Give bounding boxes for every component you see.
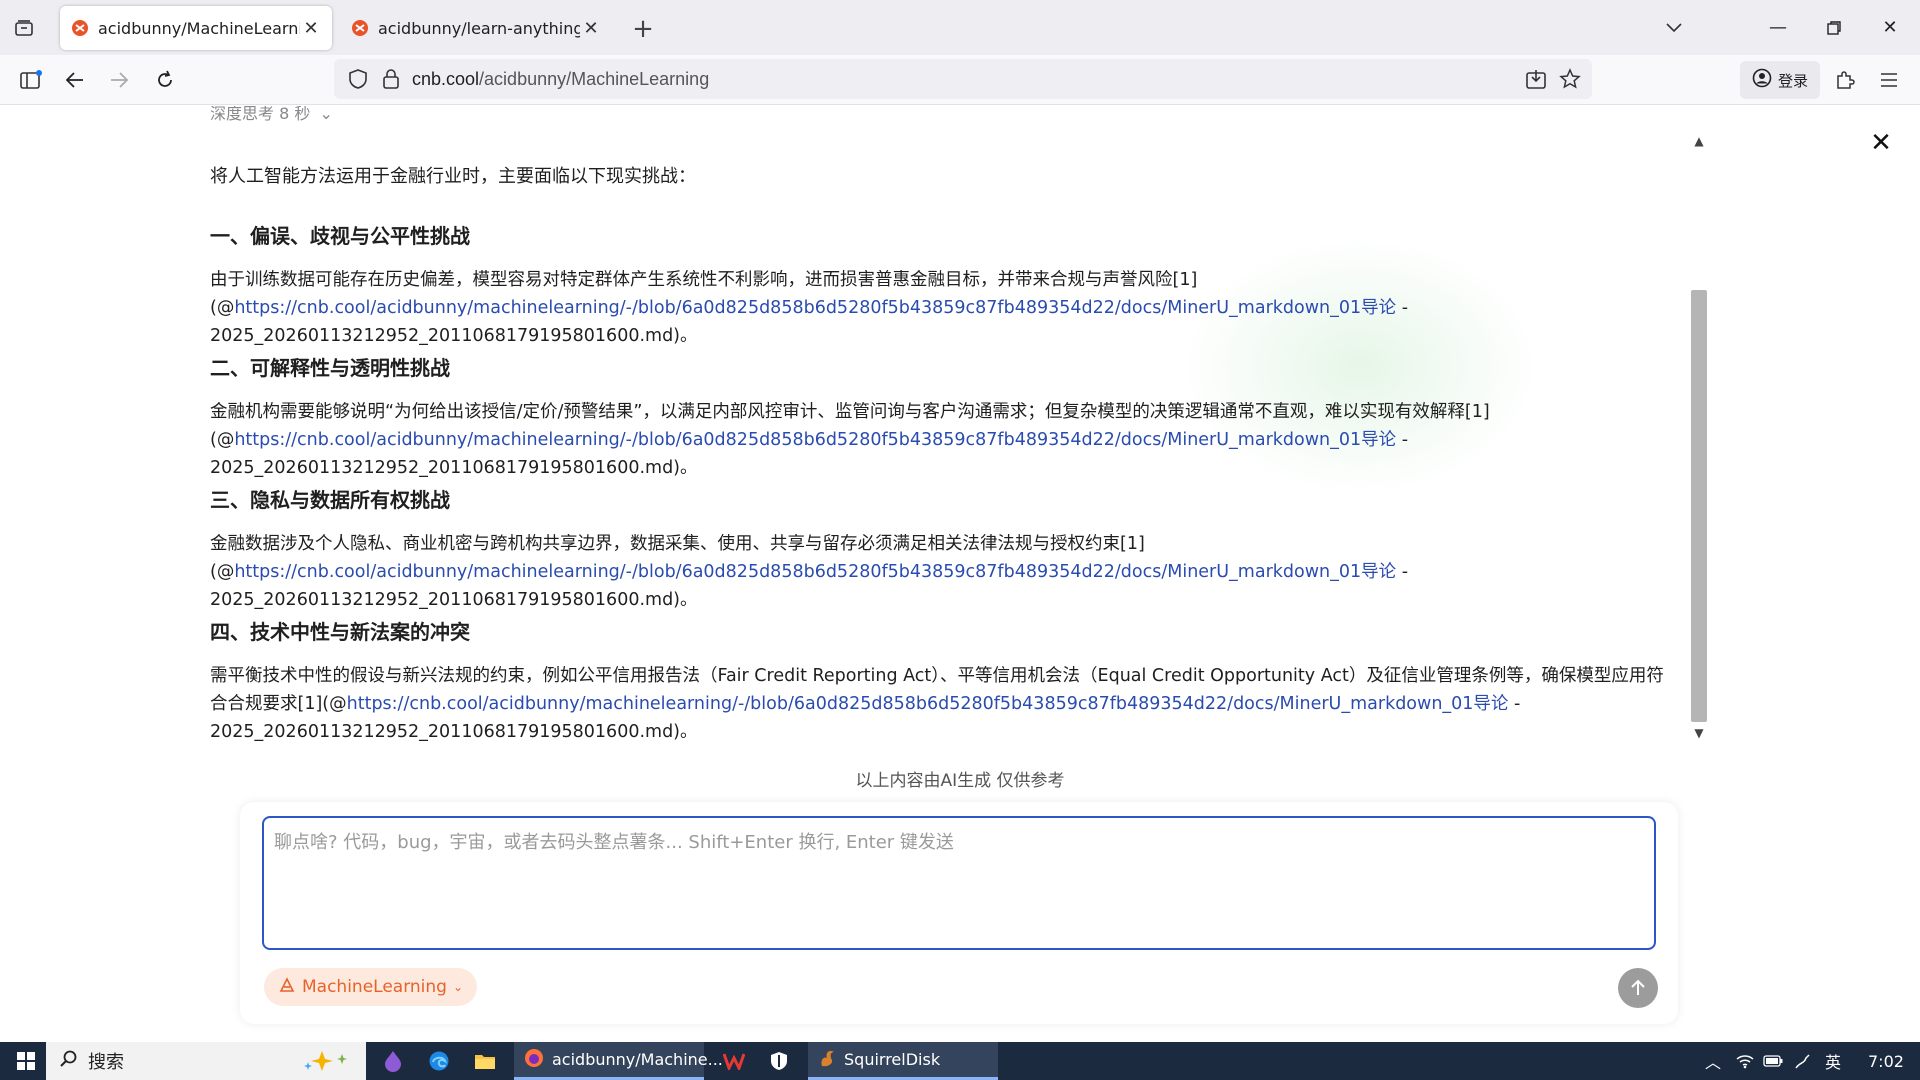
wifi-icon[interactable] xyxy=(1732,1042,1758,1080)
close-panel-icon[interactable]: ✕ xyxy=(1866,128,1896,158)
extensions-puzzle-icon[interactable] xyxy=(1828,63,1862,97)
forward-button[interactable] xyxy=(102,63,136,97)
section-paragraph-1: 由于训练数据可能存在历史偏差，模型容易对特定群体产生系统性不利影响，进而损害普惠… xyxy=(210,266,1675,350)
account-icon xyxy=(1752,68,1772,92)
url-host: cnb.cool xyxy=(412,69,480,89)
windows-start-icon[interactable] xyxy=(8,1042,44,1080)
section-heading-3: 三、隐私与数据所有权挑战 xyxy=(210,488,450,512)
list-all-tabs-icon[interactable] xyxy=(10,14,38,42)
close-tab-icon[interactable]: ✕ xyxy=(580,17,602,39)
taskbar-app-firefox[interactable]: acidbunny/Machine... xyxy=(514,1042,723,1080)
tab-title: acidbunny/MachineLearning xyxy=(98,18,300,38)
tab-overflow-chevron-icon[interactable] xyxy=(1646,0,1702,55)
tab-learn-anything[interactable]: acidbunny/learn-anything · C ✕ xyxy=(340,6,612,50)
show-hidden-icons-chevron-icon[interactable]: ︿ xyxy=(1700,1042,1726,1080)
scroll-up-arrow-icon[interactable]: ▲ xyxy=(1690,132,1708,150)
section-paragraph-4: 需平衡技术中性的假设与新兴法规的约束，例如公平信用报告法（Fair Credit… xyxy=(210,662,1675,746)
battery-icon[interactable] xyxy=(1760,1042,1786,1080)
sidebar-toggle-icon[interactable] xyxy=(14,63,48,97)
tracking-protection-shield-icon[interactable] xyxy=(348,69,368,93)
app-icon[interactable] xyxy=(378,1042,408,1080)
thinking-toggle[interactable]: 深度思考 8 秒 ⌄ xyxy=(210,106,333,124)
lock-icon[interactable] xyxy=(382,69,400,93)
section-heading-4: 四、技术中性与新法案的冲突 xyxy=(210,620,470,644)
close-window-button[interactable]: ✕ xyxy=(1862,0,1918,55)
source-link[interactable]: https://cnb.cool/acidbunny/machinelearni… xyxy=(347,694,1509,714)
chevron-down-icon: ⌄ xyxy=(452,980,464,994)
pen-input-icon[interactable] xyxy=(1790,1042,1816,1080)
section-paragraph-3: 金融数据涉及个人隐私、商业机密与跨机构共享边界，数据采集、使用、共享与留存必须满… xyxy=(210,530,1675,614)
tab-machinelearning[interactable]: acidbunny/MachineLearning ✕ xyxy=(60,6,332,50)
chevron-down-icon: ⌄ xyxy=(319,106,333,123)
thinking-label: 深度思考 8 秒 xyxy=(210,106,311,123)
reload-button[interactable] xyxy=(148,63,182,97)
scroll-down-arrow-icon[interactable]: ▼ xyxy=(1690,724,1708,742)
restore-button[interactable] xyxy=(1806,0,1862,55)
url-text: cnb.cool/acidbunny/MachineLearning xyxy=(412,69,709,90)
ime-language-indicator[interactable]: 英 xyxy=(1820,1042,1846,1080)
source-link[interactable]: https://cnb.cool/acidbunny/machinelearni… xyxy=(234,298,1396,318)
cnb-favicon-icon xyxy=(70,18,90,38)
edge-browser-icon[interactable] xyxy=(424,1042,454,1080)
squirrel-icon xyxy=(818,1048,836,1072)
cnb-favicon-icon xyxy=(350,18,370,38)
close-tab-icon[interactable]: ✕ xyxy=(300,17,322,39)
chat-composer: MachineLearning ⌄ xyxy=(240,802,1678,1024)
taskbar-app-squirreldisk[interactable]: SquirrelDisk xyxy=(808,1042,998,1080)
taskbar-app-label: SquirrelDisk xyxy=(844,1050,941,1069)
windows-taskbar: 搜索 acidbunny/Machine... SquirrelDisk ︿ 英… xyxy=(0,1042,1920,1080)
ai-disclaimer: 以上内容由AI生成 仅供参考 xyxy=(855,771,1065,791)
search-label: 搜索 xyxy=(88,1052,124,1073)
tab-title: acidbunny/learn-anything · C xyxy=(378,18,580,38)
repo-label: MachineLearning xyxy=(302,977,447,997)
account-login-button[interactable]: 登录 xyxy=(1740,61,1820,99)
back-button[interactable] xyxy=(58,63,92,97)
browser-nav-bar: cnb.cool/acidbunny/MachineLearning 登录 xyxy=(0,55,1920,105)
security-shield-icon[interactable] xyxy=(764,1042,794,1080)
scrollbar-thumb[interactable] xyxy=(1691,290,1707,722)
answer-intro: 将人工智能方法运用于金融行业时，主要面临以下现实挑战： xyxy=(210,166,696,187)
taskbar-clock[interactable]: 7:02 xyxy=(1868,1042,1904,1080)
source-link[interactable]: https://cnb.cool/acidbunny/machinelearni… xyxy=(234,430,1396,450)
repo-selector[interactable]: MachineLearning ⌄ xyxy=(264,968,478,1006)
login-label: 登录 xyxy=(1777,71,1808,90)
app-menu-icon[interactable] xyxy=(1872,63,1906,97)
file-explorer-icon[interactable] xyxy=(470,1042,500,1080)
chat-answer-panel: 深度思考 8 秒 ⌄ 将人工智能方法运用于金融行业时，主要面临以下现实挑战： 一… xyxy=(0,106,1920,1042)
address-bar[interactable]: cnb.cool/acidbunny/MachineLearning xyxy=(334,59,1592,99)
bookmark-star-icon[interactable] xyxy=(1558,67,1582,91)
copilot-sparkle-icon xyxy=(302,1050,352,1077)
chat-input[interactable] xyxy=(262,816,1656,950)
taskbar-search-box[interactable]: 搜索 xyxy=(46,1042,366,1080)
search-icon xyxy=(60,1050,78,1073)
send-button[interactable] xyxy=(1618,968,1658,1008)
taskbar-app-label: acidbunny/Machine... xyxy=(552,1050,723,1069)
source-link[interactable]: https://cnb.cool/acidbunny/machinelearni… xyxy=(234,562,1396,582)
firefox-icon xyxy=(524,1048,544,1072)
section-paragraph-2: 金融机构需要能够说明“为何给出该授信/定价/预警结果”，以满足内部风控审计、监管… xyxy=(210,398,1675,482)
new-tab-button[interactable]: + xyxy=(628,14,658,44)
browser-tab-bar: acidbunny/MachineLearning ✕ acidbunny/le… xyxy=(0,0,1920,55)
repo-icon xyxy=(278,976,296,999)
url-path: /acidbunny/MachineLearning xyxy=(479,69,710,89)
minimize-button[interactable]: — xyxy=(1750,0,1806,55)
install-app-icon[interactable] xyxy=(1524,67,1548,91)
wps-office-icon[interactable] xyxy=(718,1042,750,1080)
section-heading-1: 一、偏误、歧视与公平性挑战 xyxy=(210,224,470,248)
section-heading-2: 二、可解释性与透明性挑战 xyxy=(210,356,450,380)
